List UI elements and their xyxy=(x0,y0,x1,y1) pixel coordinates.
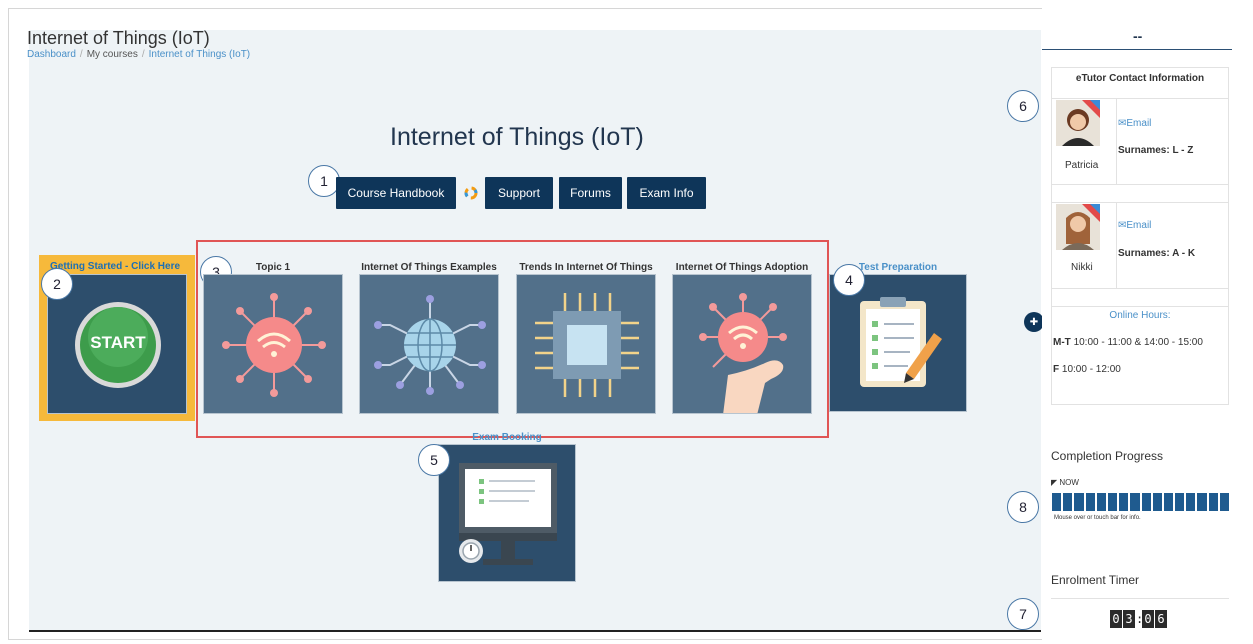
sidebar-divider xyxy=(1042,49,1232,50)
online-hours-title: Online Hours: xyxy=(1109,310,1171,321)
breadcrumb-dashboard[interactable]: Dashboard xyxy=(27,49,76,60)
progress-segment[interactable] xyxy=(1063,493,1073,511)
wifi-chip-icon xyxy=(222,293,326,397)
divider xyxy=(1116,98,1117,184)
progress-segment[interactable] xyxy=(1197,493,1207,511)
callout-5: 5 xyxy=(418,444,450,476)
progress-hint: Mouse over or touch bar for info. xyxy=(1054,515,1141,521)
course-title: Internet of Things (IoT) xyxy=(390,123,644,151)
callout-4: 4 xyxy=(833,264,865,296)
divider xyxy=(1051,288,1229,289)
exam-booking-tile[interactable] xyxy=(438,444,576,582)
divider xyxy=(1051,202,1229,203)
monitor-timer-icon xyxy=(459,463,557,565)
timer-separator: : xyxy=(1136,612,1144,626)
callout-2: 2 xyxy=(41,268,73,300)
getting-started-label[interactable]: Getting Started - Click Here xyxy=(50,261,180,272)
exam-booking-label[interactable]: Exam Booking xyxy=(438,432,576,443)
forums-button[interactable]: Forums xyxy=(559,177,622,209)
loading-icon xyxy=(463,185,479,201)
divider xyxy=(1051,98,1229,99)
callout-6: 6 xyxy=(1007,90,1039,122)
progress-segment[interactable] xyxy=(1085,493,1095,511)
topic-4-label[interactable]: Internet Of Things Adoption xyxy=(672,262,812,273)
enrolment-timer: 0 3 : 0 6 xyxy=(1110,610,1167,628)
divider xyxy=(1116,202,1117,288)
tutor-name: Patricia xyxy=(1065,160,1099,171)
divider xyxy=(1051,598,1229,599)
progress-segment[interactable] xyxy=(1141,493,1151,511)
timer-digit: 0 xyxy=(1142,610,1154,628)
tutor-email-link[interactable]: ✉Email xyxy=(1118,220,1151,231)
progress-segment[interactable] xyxy=(1163,493,1174,511)
progress-segment[interactable] xyxy=(1186,493,1196,511)
topic-1-label[interactable]: Topic 1 xyxy=(203,262,343,273)
progress-segment[interactable] xyxy=(1052,493,1062,511)
timer-digit: 3 xyxy=(1123,610,1135,628)
progress-segment[interactable] xyxy=(1074,493,1084,511)
online-hours-row: F 10:00 - 12:00 xyxy=(1053,364,1121,375)
completion-progress-title: Completion Progress xyxy=(1051,449,1164,463)
breadcrumb-course[interactable]: Internet of Things (IoT) xyxy=(149,49,251,60)
progress-segment[interactable] xyxy=(1096,493,1106,511)
breadcrumb-my-courses[interactable]: My courses xyxy=(87,49,138,60)
topic-3-tile[interactable] xyxy=(516,274,656,414)
topic-1-tile[interactable] xyxy=(203,274,343,414)
tutor-avatar-patricia xyxy=(1056,100,1100,146)
callout-8: 8 xyxy=(1007,491,1039,523)
topic-2-tile[interactable] xyxy=(359,274,499,414)
microchip-icon xyxy=(535,293,639,397)
progress-segment[interactable] xyxy=(1130,493,1140,511)
timer-digit: 0 xyxy=(1110,610,1122,628)
progress-segment[interactable] xyxy=(1175,493,1185,511)
tutor-surnames: Surnames: A - K xyxy=(1118,248,1196,259)
timer-digit: 6 xyxy=(1155,610,1167,628)
breadcrumb: Dashboard / My courses / Internet of Things … xyxy=(27,49,251,60)
exam-info-button[interactable]: Exam Info xyxy=(627,177,706,209)
topic-3-label[interactable]: Trends In Internet Of Things xyxy=(516,262,656,273)
progress-segment[interactable] xyxy=(1208,493,1218,511)
tutor-name: Nikki xyxy=(1071,262,1093,273)
tutor-surnames: Surnames: L - Z xyxy=(1118,145,1194,156)
progress-segment[interactable] xyxy=(1107,493,1118,511)
globe-network-icon xyxy=(374,295,486,395)
progress-segment[interactable] xyxy=(1219,493,1229,511)
support-button[interactable]: Support xyxy=(485,177,553,209)
now-marker: ◤ NOW xyxy=(1051,478,1079,487)
topic-4-tile[interactable] xyxy=(672,274,812,414)
tutor-email-link[interactable]: ✉Email xyxy=(1118,118,1151,129)
online-hours-row: M-T 10:00 - 11:00 & 14:00 - 15:00 xyxy=(1053,337,1203,348)
progress-segment[interactable] xyxy=(1152,493,1162,511)
page-heading: Internet of Things (IoT) xyxy=(27,28,210,48)
bottom-border xyxy=(29,630,1041,632)
sidebar-header: -- xyxy=(1133,28,1143,44)
enrolment-timer-title: Enrolment Timer xyxy=(1051,573,1140,587)
callout-7: 7 xyxy=(1007,598,1039,630)
start-label: START xyxy=(90,333,146,352)
divider xyxy=(1051,184,1229,185)
tutor-avatar-nikki xyxy=(1056,204,1100,250)
hand-wifi-icon xyxy=(699,293,787,413)
progress-segment[interactable] xyxy=(1119,493,1129,511)
divider xyxy=(1051,306,1229,307)
pin-toggle-icon[interactable]: ✚ xyxy=(1024,312,1044,332)
etutor-contact-title: eTutor Contact Information xyxy=(1075,73,1205,84)
course-handbook-button[interactable]: Course Handbook xyxy=(336,177,456,209)
completion-progress-bar[interactable] xyxy=(1052,493,1229,511)
topic-2-label[interactable]: Internet Of Things Examples xyxy=(359,262,499,273)
